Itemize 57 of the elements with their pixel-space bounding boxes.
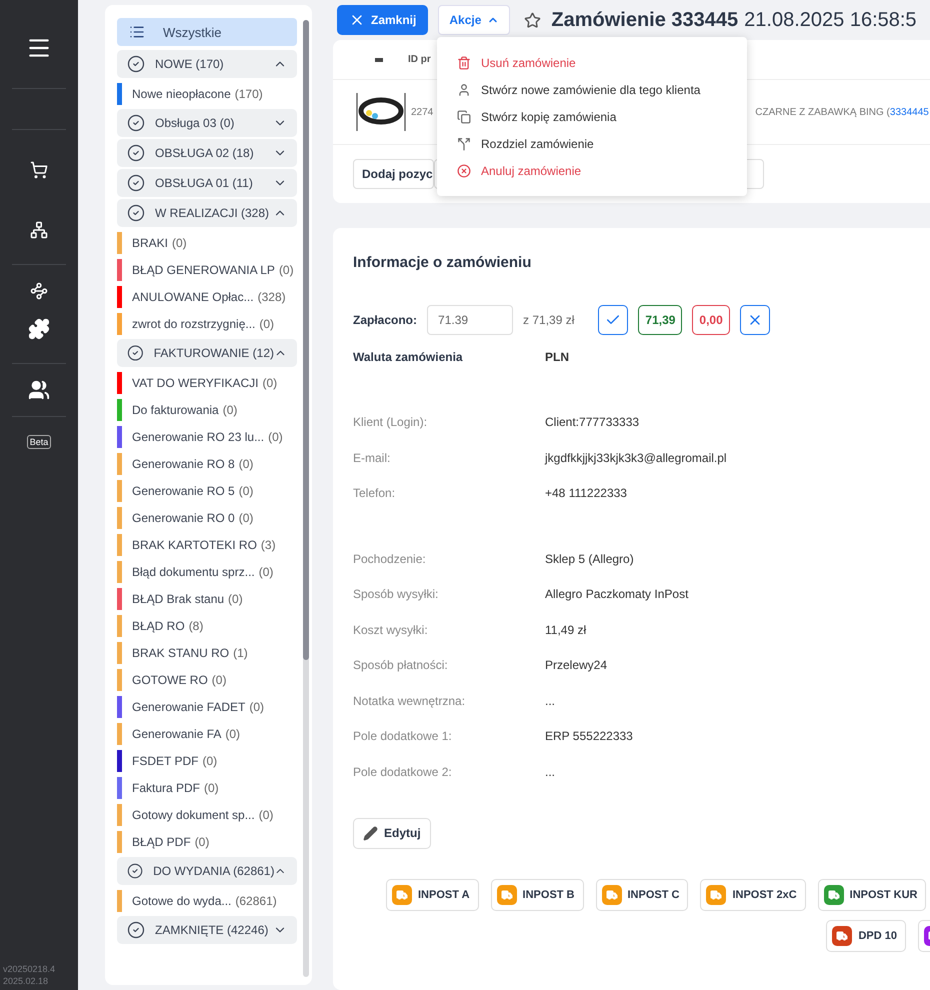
- status-count: (0): [202, 754, 218, 768]
- status-count: (8): [188, 618, 204, 632]
- status-count: (170): [234, 86, 263, 100]
- status-count: (0): [249, 700, 264, 714]
- product-name: CZARNE Z ZABAWKĄ BING (3334445: [755, 106, 929, 118]
- product-id: 2274: [411, 106, 434, 118]
- status-count: (0): [258, 808, 274, 822]
- detail-label: Sposób płatności:: [353, 658, 449, 672]
- paid-label: Zapłacono:: [353, 313, 418, 327]
- status-count: (0): [222, 402, 238, 416]
- status-count: (328): [258, 290, 286, 304]
- detail-value: ...: [545, 764, 556, 779]
- version-text: 2025.02.18: [3, 975, 50, 987]
- detail-label: Pochodzenie:: [353, 552, 427, 566]
- status-count: (0): [194, 834, 210, 848]
- detail-value: ...: [545, 694, 556, 708]
- status-count: (0): [204, 780, 219, 794]
- status-count: (0): [278, 262, 294, 276]
- detail-label: Klient (Login):: [353, 415, 428, 430]
- detail-value: Allegro Paczkomaty InPost: [545, 587, 690, 602]
- detail-value: jkgdfkkjjkj33kjk3k3@allegromail.pl: [545, 450, 728, 465]
- detail-label: E-mail:: [353, 450, 392, 465]
- detail-value: PLN: [545, 350, 570, 364]
- status-count: (62861): [235, 894, 277, 908]
- status-count: (0): [258, 564, 274, 578]
- section-title: Informacje o zamówieniu: [353, 254, 532, 271]
- order-title: Zamówienie 333445: [551, 8, 738, 32]
- paid-total: z 71,39 zł: [523, 313, 574, 327]
- detail-label: Notatka wewnętrzna:: [353, 694, 466, 708]
- status-count: (3): [260, 538, 276, 552]
- status-count: (0): [238, 456, 254, 470]
- detail-value: ERP 555222333: [545, 729, 634, 744]
- detail-value: 11,49 zł: [545, 622, 588, 637]
- status-count: (0): [238, 510, 254, 524]
- status-count: (0): [172, 236, 187, 250]
- status-count: (0): [212, 672, 226, 686]
- detail-value: +48 111222333: [545, 486, 628, 500]
- status-count: (0): [225, 726, 240, 740]
- order-date: 21.08.2025 16:58:5: [744, 8, 917, 32]
- detail-label: Pole dodatkowe 2:: [353, 764, 453, 779]
- detail-label: Waluta zamówienia: [353, 350, 464, 364]
- beta-badge: Beta: [26, 435, 52, 449]
- detail-label: Telefon:: [353, 486, 396, 500]
- version-text: v20250218.4: [3, 963, 56, 975]
- status-count: (0): [228, 592, 243, 606]
- detail-value: Przelewy24: [545, 658, 608, 672]
- detail-label: Koszt wysyłki:: [353, 622, 429, 637]
- status-count: (0): [238, 484, 254, 498]
- status-count: (0): [259, 316, 274, 330]
- detail-value: Client:777733333: [545, 415, 640, 430]
- detail-label: Pole dodatkowe 1:: [353, 729, 453, 744]
- status-count: (1): [233, 646, 248, 660]
- status-count: (0): [268, 430, 283, 444]
- detail-label: Sposób wysyłki:: [353, 587, 440, 602]
- column-header: ID pr: [408, 54, 431, 65]
- detail-value: Sklep 5 (Allegro): [545, 552, 635, 566]
- status-count: (0): [262, 376, 278, 390]
